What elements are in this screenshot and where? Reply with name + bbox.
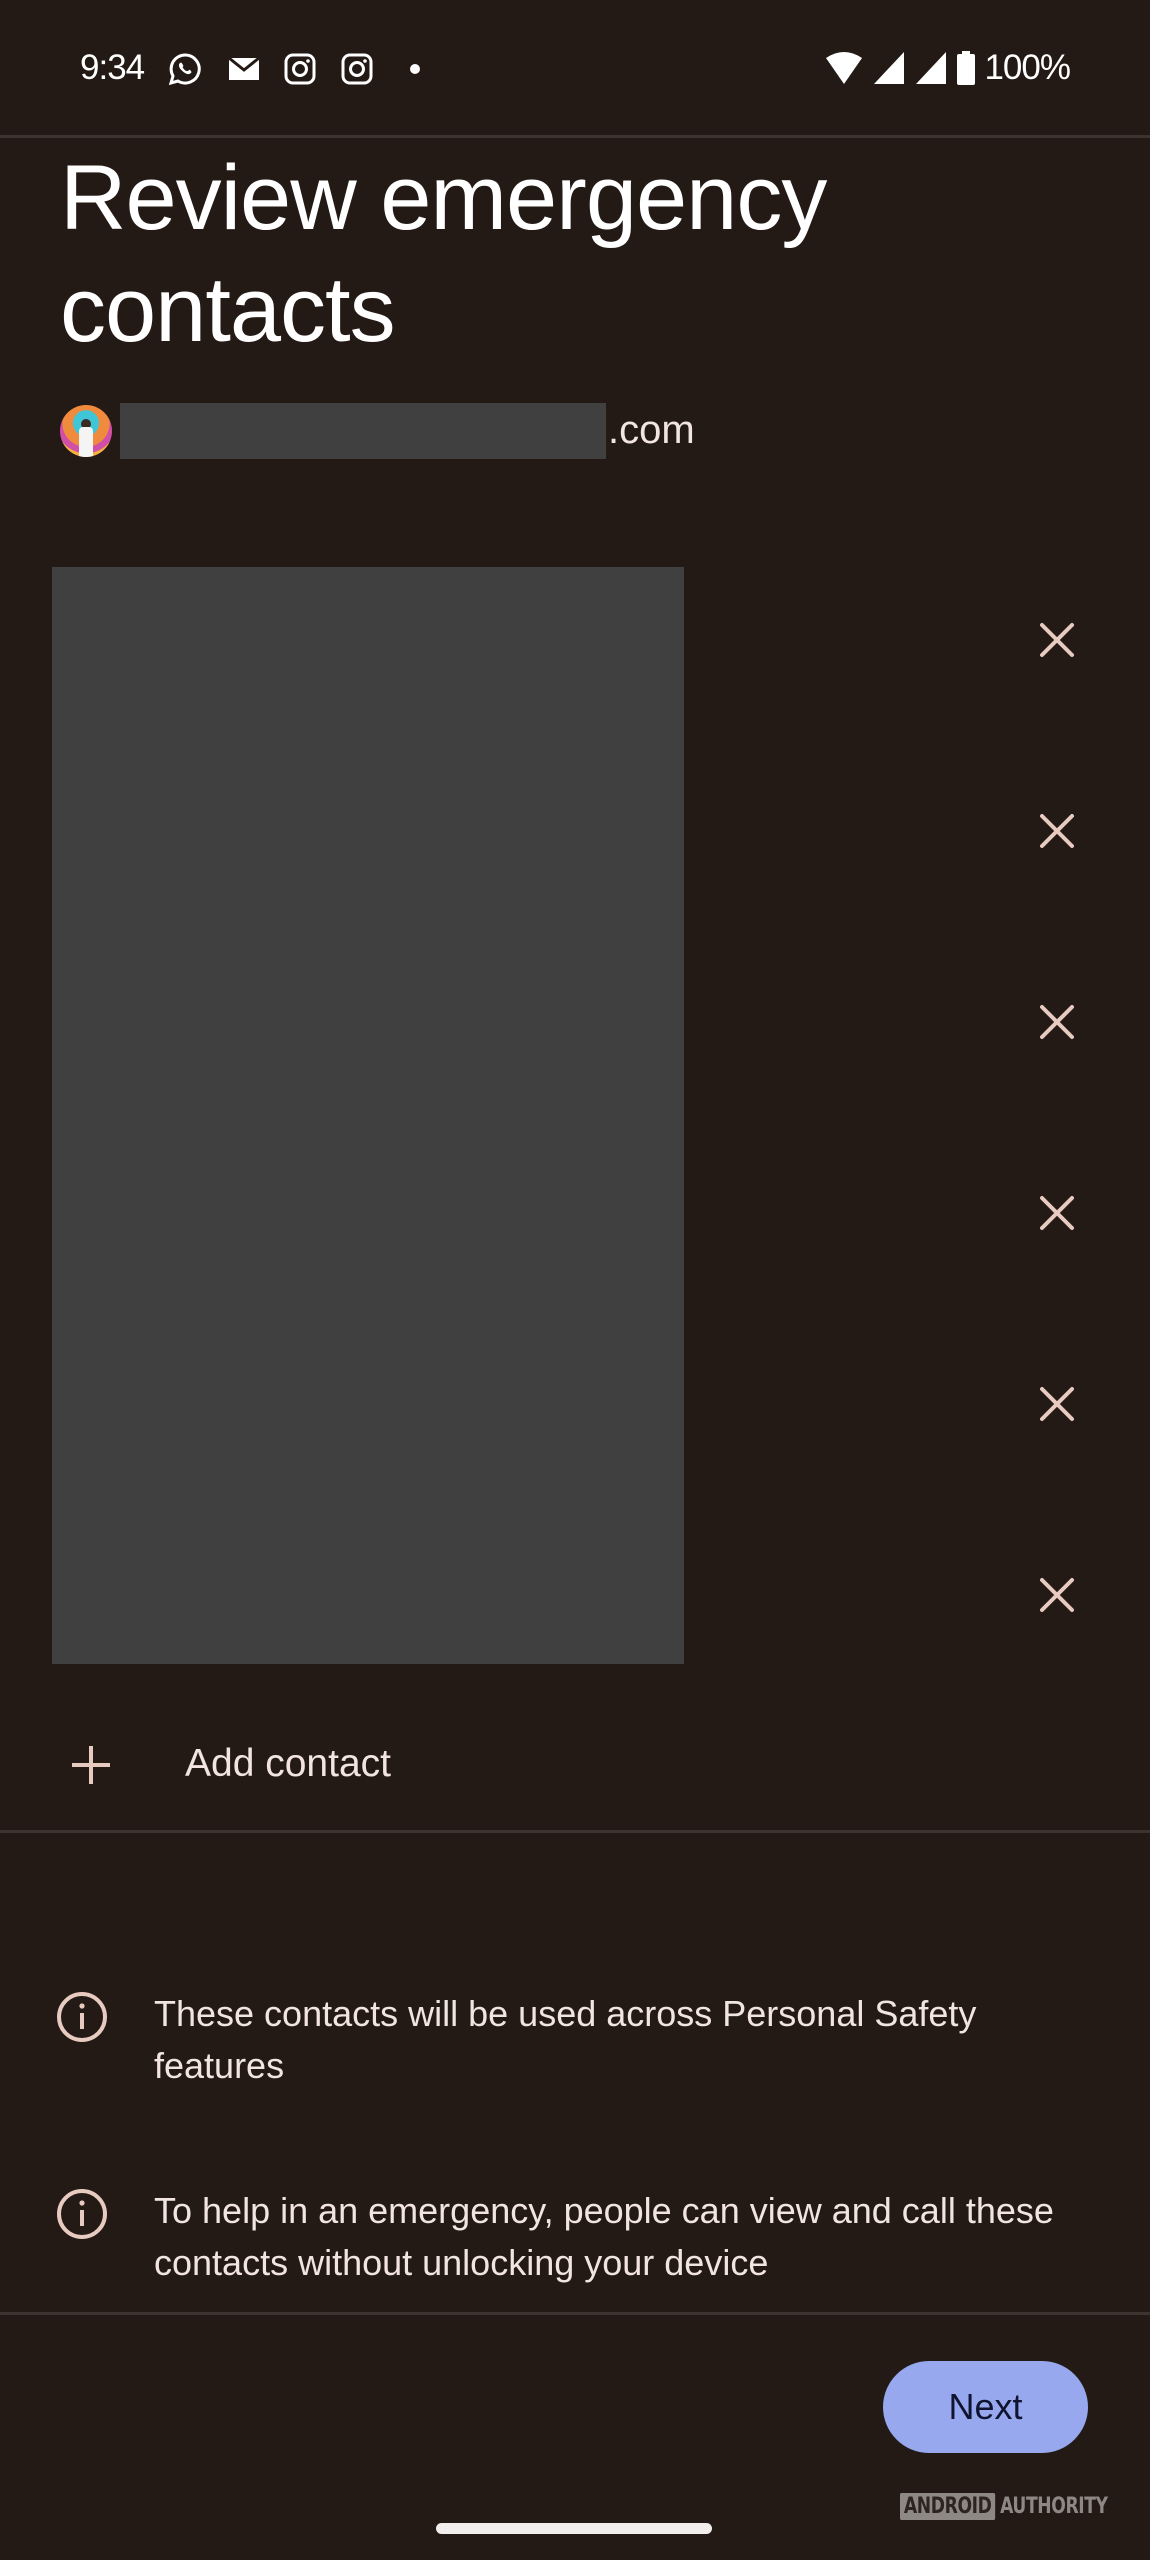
close-icon	[1040, 1196, 1074, 1230]
system-status: 100%	[824, 48, 1071, 88]
remove-contact-button[interactable]	[1027, 1565, 1087, 1625]
contacts-list-redacted	[52, 567, 684, 1664]
watermark-boxed: ANDROID	[900, 2493, 996, 2520]
status-time: 9:34	[80, 48, 145, 87]
close-icon	[1040, 1005, 1074, 1039]
cell-signal-icon	[874, 52, 905, 84]
gmail-icon	[228, 56, 260, 80]
remove-contact-button[interactable]	[1027, 801, 1087, 861]
close-icon	[1040, 1578, 1074, 1612]
battery-icon	[957, 51, 976, 85]
close-icon	[1040, 623, 1074, 657]
more-notifications-dot-icon	[410, 64, 420, 74]
divider	[0, 1830, 1150, 1833]
watermark-text: AUTHORITY	[1000, 2494, 1108, 2519]
next-button[interactable]: Next	[883, 2361, 1088, 2453]
divider	[0, 2312, 1150, 2315]
avatar	[60, 405, 112, 457]
close-icon	[1040, 814, 1074, 848]
info-icon	[57, 1992, 107, 2042]
add-contact-button[interactable]: Add contact	[0, 1720, 1150, 1810]
plus-icon	[72, 1746, 110, 1784]
page-title: Review emergency contacts	[60, 147, 827, 361]
remove-contact-button[interactable]	[1027, 610, 1087, 670]
remove-contact-button[interactable]	[1027, 992, 1087, 1052]
close-icon	[1040, 1387, 1074, 1421]
divider	[0, 135, 1150, 138]
status-bar: 9:34 100%	[0, 0, 1150, 136]
remove-contact-button[interactable]	[1027, 1374, 1087, 1434]
info-text: To help in an emergency, people can view…	[154, 2190, 1054, 2283]
email-suffix: .com	[608, 407, 695, 452]
cell-signal-icon	[916, 52, 947, 84]
wifi-icon	[826, 52, 863, 84]
whatsapp-icon	[168, 53, 201, 86]
battery-percentage: 100%	[984, 48, 1071, 87]
remove-contact-button[interactable]	[1027, 1183, 1087, 1243]
instagram-icon	[341, 53, 373, 85]
account-row: .com	[60, 402, 695, 460]
info-text: These contacts will be used across Perso…	[154, 1993, 977, 2086]
gesture-nav-handle[interactable]	[436, 2523, 712, 2534]
instagram-icon	[284, 53, 316, 85]
info-icon	[57, 2189, 107, 2239]
watermark: ANDROID AUTHORITY	[900, 2493, 1108, 2520]
add-contact-label: Add contact	[185, 1742, 391, 1785]
email-redacted	[120, 403, 606, 459]
